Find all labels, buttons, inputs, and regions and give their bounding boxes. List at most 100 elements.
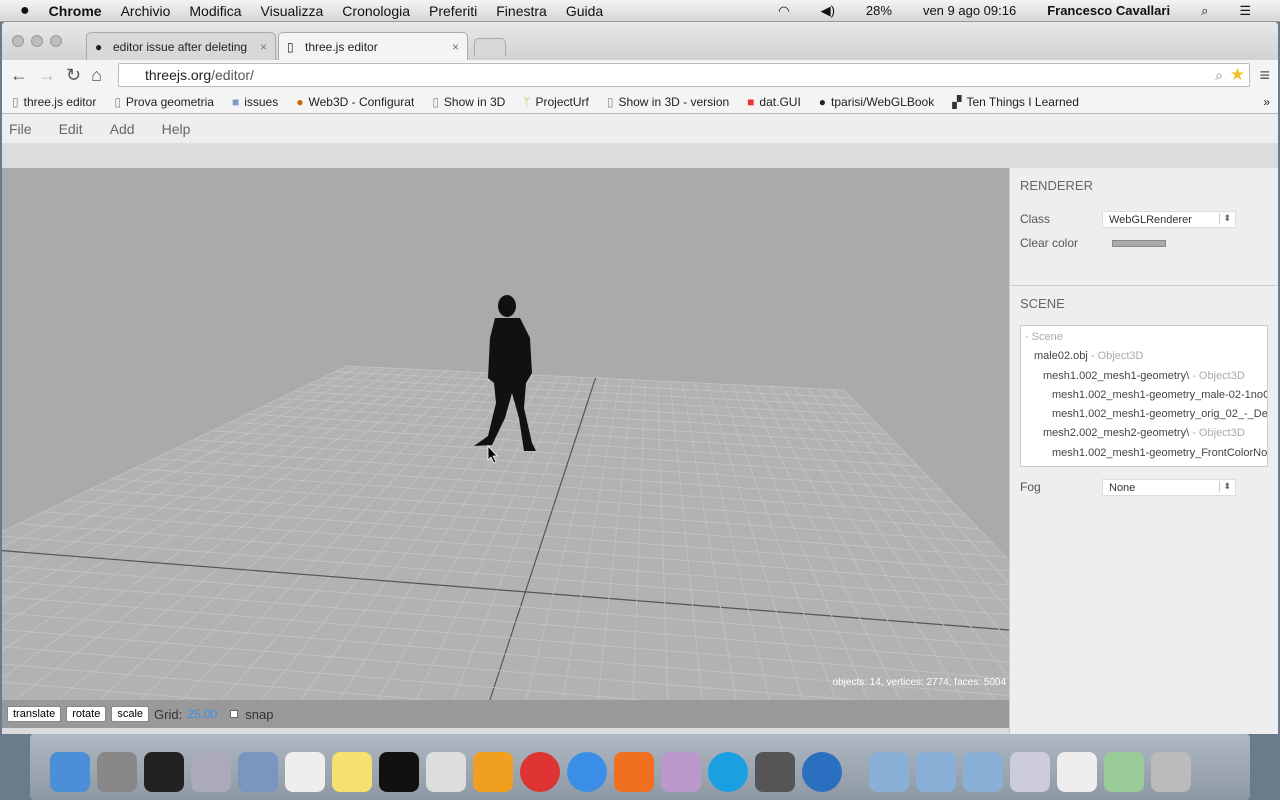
back-icon[interactable]: ← <box>10 65 28 86</box>
stack-icon[interactable] <box>1104 752 1144 792</box>
system-preferences-icon[interactable] <box>97 752 137 792</box>
menu-finestra[interactable]: Finestra <box>496 3 547 19</box>
fog-select[interactable]: None <box>1102 478 1236 496</box>
menu-file[interactable]: File <box>9 121 32 137</box>
stickies-icon[interactable] <box>332 752 372 792</box>
activity-monitor-icon[interactable] <box>144 752 184 792</box>
snap-label: snap <box>245 706 274 722</box>
menu-app[interactable]: Chrome <box>49 3 102 19</box>
reload-icon[interactable]: ↻ <box>66 65 81 86</box>
item-type: - Object3D <box>1189 369 1245 382</box>
iphoto-icon[interactable] <box>661 752 701 792</box>
menu-visualizza[interactable]: Visualizza <box>261 3 324 19</box>
renderer-class-select[interactable]: WebGLRenderer <box>1102 210 1236 228</box>
document-icon[interactable] <box>1057 752 1097 792</box>
bookmark-item[interactable]: ● tparisi/WebGLBook <box>819 95 934 109</box>
textedit-icon[interactable] <box>426 752 466 792</box>
item-name: mesh1.002_mesh1-geometry_FrontColorNoC <box>1052 446 1268 459</box>
safari-icon[interactable] <box>567 752 607 792</box>
menu-modifica[interactable]: Modifica <box>189 3 241 19</box>
notifications-icon[interactable]: ☰ <box>1239 3 1251 19</box>
preview-icon[interactable] <box>1010 752 1050 792</box>
home-icon[interactable]: ⌂ <box>91 65 102 86</box>
bookmark-star-icon[interactable]: ★ <box>1230 65 1245 85</box>
bookmark-item[interactable]: ■ issues <box>232 95 278 109</box>
scale-button[interactable]: scale <box>111 706 150 722</box>
volume-icon[interactable]: ◀) <box>821 3 835 19</box>
page-icon: ▯ <box>606 94 614 109</box>
automator-icon[interactable] <box>191 752 231 792</box>
clear-color-swatch[interactable] <box>1112 239 1166 247</box>
close-tab-icon[interactable]: × <box>260 40 267 54</box>
wifi-icon[interactable]: ◠ <box>778 3 789 19</box>
3d-viewport[interactable]: objects: 14, vertices: 2774, faces: 5004… <box>2 168 1009 728</box>
item-name: mesh1.002_mesh1-geometry_orig_02_-_Defa <box>1052 408 1268 421</box>
menu-archivio[interactable]: Archivio <box>121 3 171 19</box>
calendar-icon[interactable] <box>285 752 325 792</box>
bookmark-item[interactable]: ▯ Show in 3D - version <box>607 95 729 109</box>
chrome-menu-icon[interactable]: ≡ <box>1259 65 1270 86</box>
folder-icon[interactable] <box>869 752 909 792</box>
tab-github-issue[interactable]: ● editor issue after deleting × <box>86 32 276 60</box>
transform-toolbar: translate rotate scale Grid: 25.00 snap <box>2 700 1009 728</box>
trash-icon[interactable] <box>1151 752 1191 792</box>
settings-gear-icon[interactable] <box>473 752 513 792</box>
grid-size-input[interactable]: 25.00 <box>187 707 217 721</box>
battery-status[interactable]: 28% <box>866 3 892 18</box>
close-window-button[interactable] <box>12 35 24 47</box>
item-name: mesh2.002_mesh2-geometry\ <box>1043 427 1190 440</box>
zoom-icon[interactable]: ⌕ <box>1215 67 1223 84</box>
apple-icon[interactable]: ● <box>20 2 30 20</box>
user-name[interactable]: Francesco Cavallari <box>1047 3 1170 18</box>
clock[interactable]: ven 9 ago 09:16 <box>923 3 1016 18</box>
sidebar: RENDERER ClassWebGLRenderer Clear color … <box>1009 168 1278 734</box>
outliner-item[interactable]: mesh2.002_mesh2-geometry\ - Object3D <box>1021 424 1267 443</box>
bookmark-item[interactable]: ▯ Prova geometria <box>114 95 214 109</box>
spotlight-icon[interactable]: ⌕ <box>1201 3 1208 19</box>
outliner-item[interactable]: mesh1.002_mesh1-geometry_orig_02_-_Defa <box>1021 405 1267 424</box>
zoom-button[interactable] <box>50 35 62 47</box>
outliner-item[interactable]: mesh1.002_mesh1-geometry\ - Object3D <box>1021 367 1267 386</box>
downloads-folder-icon[interactable] <box>916 752 956 792</box>
bookmark-item[interactable]: ᛘ ProjectUrf <box>523 95 589 109</box>
minimize-button[interactable] <box>31 35 43 47</box>
mail-icon[interactable] <box>238 752 278 792</box>
page-icon: ▯ <box>12 94 19 109</box>
new-tab-button[interactable] <box>474 38 506 56</box>
menu-cronologia[interactable]: Cronologia <box>342 3 410 19</box>
bookmark-item[interactable]: ● Web3D - Configurat <box>296 95 414 109</box>
outliner-item[interactable]: male02.obj - Object3D <box>1021 347 1267 366</box>
blog-icon: ▞ <box>952 94 962 109</box>
skype-icon[interactable] <box>708 752 748 792</box>
finder-icon[interactable] <box>50 752 90 792</box>
translate-button[interactable]: translate <box>7 706 62 722</box>
terminal-icon[interactable] <box>379 752 419 792</box>
scene-outliner[interactable]: - Scene male02.obj - Object3D mesh1.002_… <box>1020 325 1268 467</box>
outliner-item[interactable]: - Scene <box>1021 328 1267 347</box>
bookmark-item[interactable]: ▯ three.js editor <box>12 95 96 109</box>
rotate-button[interactable]: rotate <box>66 706 107 722</box>
chrome-icon[interactable] <box>520 752 560 792</box>
tab-threejs-editor[interactable]: ▯ three.js editor × <box>278 32 468 60</box>
menu-preferiti[interactable]: Preferiti <box>429 3 477 19</box>
mouse-cursor-icon <box>487 444 498 464</box>
menu-help[interactable]: Help <box>162 121 191 137</box>
xampp-icon[interactable] <box>614 752 654 792</box>
facetime-icon[interactable] <box>755 752 795 792</box>
tab-label: editor issue after deleting <box>113 40 248 54</box>
menu-add[interactable]: Add <box>110 121 135 137</box>
snap-checkbox[interactable] <box>230 710 239 718</box>
outliner-item[interactable]: mesh1.002_mesh1-geometry_FrontColorNoC <box>1021 444 1267 463</box>
pictures-folder-icon[interactable] <box>963 752 1003 792</box>
more-bookmarks-icon[interactable]: » <box>1263 95 1270 109</box>
menu-edit[interactable]: Edit <box>59 121 83 137</box>
bookmark-item[interactable]: ▞ Ten Things I Learned <box>952 95 1079 109</box>
quicktime-icon[interactable] <box>802 752 842 792</box>
outliner-item[interactable]: mesh1.002_mesh1-geometry_male-02-1noCu <box>1021 386 1267 405</box>
close-tab-icon[interactable]: × <box>452 40 459 54</box>
forward-icon[interactable]: → <box>38 65 56 86</box>
address-bar[interactable]: threejs.org/editor/ ⌕ ★ <box>117 63 1250 87</box>
bookmark-item[interactable]: ■ dat.GUI <box>747 95 801 109</box>
menu-guida[interactable]: Guida <box>566 3 603 19</box>
bookmark-item[interactable]: ▯ Show in 3D <box>432 95 505 109</box>
